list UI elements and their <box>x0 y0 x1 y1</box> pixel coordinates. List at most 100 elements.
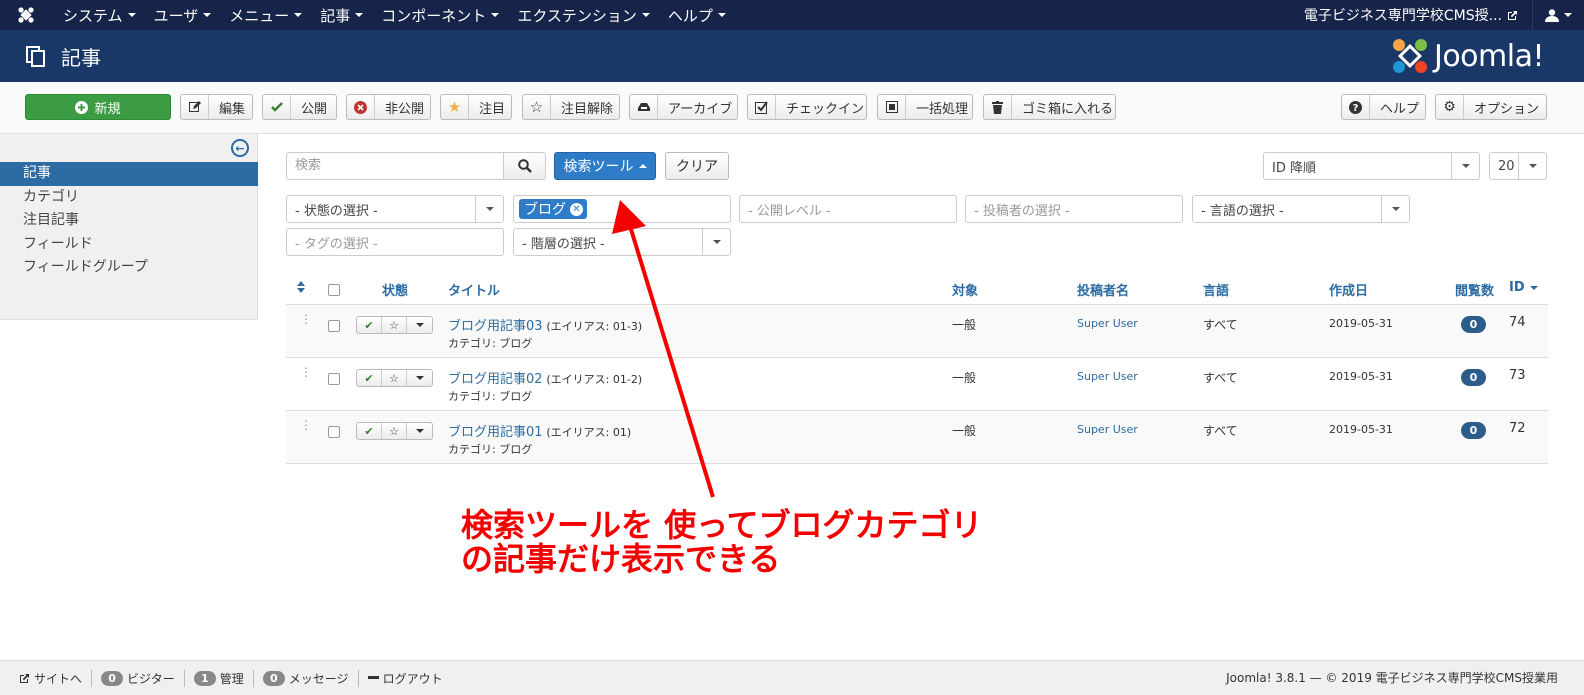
user-icon <box>1545 8 1559 22</box>
level-select[interactable]: - 階層の選択 - <box>513 228 731 256</box>
sidebar-item-field-groups[interactable]: フィールドグループ <box>0 256 258 280</box>
drag-handle-icon[interactable]: ⋮ <box>300 419 312 431</box>
logout-link[interactable]: ログアウト <box>359 670 452 687</box>
sidebar: ← 記事 カテゴリ 注目記事 フィールド フィールドグループ <box>0 134 258 320</box>
unfeature-button[interactable]: ☆ 注目解除 <box>522 94 620 120</box>
created-cell: 2019-05-31 <box>1329 317 1393 330</box>
ordering-select[interactable]: ID 降順 <box>1263 152 1480 180</box>
status-toggle-group: ✔ ☆ <box>356 422 433 440</box>
search-tools-button[interactable]: 検索ツール <box>554 152 656 180</box>
row-checkbox[interactable] <box>328 320 340 332</box>
published-check-icon[interactable]: ✔ <box>357 423 382 439</box>
sort-order-icon[interactable] <box>297 281 305 297</box>
row-actions-dropdown[interactable] <box>407 317 432 333</box>
joomla-logo: Joomla! <box>1390 36 1545 76</box>
row-checkbox[interactable] <box>328 373 340 385</box>
featured-star-icon[interactable]: ☆ <box>382 317 407 333</box>
published-check-icon[interactable]: ✔ <box>357 370 382 386</box>
archive-button[interactable]: アーカイブ <box>629 94 738 120</box>
created-cell: 2019-05-31 <box>1329 423 1393 436</box>
author-link[interactable]: Super User <box>1077 423 1138 436</box>
header-created[interactable]: 作成日 <box>1329 280 1368 299</box>
admins-link[interactable]: 1 管理 <box>185 669 254 687</box>
header-status[interactable]: 状態 <box>382 280 408 299</box>
feature-button[interactable]: ★ 注目 <box>440 94 512 120</box>
header-id[interactable]: ID <box>1509 280 1538 295</box>
table-row: ⋮ ✔ ☆ ブログ用記事03 (エイリアス: 01-3) カテゴリ: ブログ 一… <box>286 305 1548 358</box>
new-button[interactable]: 新規 <box>25 94 171 120</box>
status-toggle-group: ✔ ☆ <box>356 369 433 387</box>
sidebar-item-categories[interactable]: カテゴリ <box>0 186 258 210</box>
sidebar-item-featured[interactable]: 注目記事 <box>0 209 258 233</box>
menu-content[interactable]: 記事 <box>309 0 370 30</box>
archive-icon <box>630 95 658 119</box>
row-actions-dropdown[interactable] <box>407 423 432 439</box>
category-chip[interactable]: ブログ ✕ <box>519 199 587 219</box>
unpublish-button[interactable]: 非公開 <box>346 94 431 120</box>
messages-link[interactable]: 0 メッセージ <box>254 669 359 687</box>
checkin-button[interactable]: チェックイン <box>747 94 867 120</box>
menu-extensions[interactable]: エクステンション <box>506 0 657 30</box>
publish-button[interactable]: 公開 <box>262 94 337 120</box>
featured-star-icon[interactable]: ☆ <box>382 370 407 386</box>
select-all-checkbox[interactable] <box>328 284 340 296</box>
site-name-link[interactable]: 電子ビジネス専門学校CMS授... <box>1304 5 1532 25</box>
chevron-down-icon <box>1381 196 1409 222</box>
author-link[interactable]: Super User <box>1077 370 1138 383</box>
chevron-down-icon <box>702 229 730 255</box>
drag-handle-icon[interactable]: ⋮ <box>300 366 312 378</box>
menu-components[interactable]: コンポーネント <box>370 0 506 30</box>
menu-users[interactable]: ユーザ <box>143 0 219 30</box>
tag-select[interactable]: - タグの選択 - <box>286 228 504 256</box>
user-menu[interactable] <box>1532 0 1584 30</box>
help-button[interactable]: ? ヘルプ <box>1341 94 1426 120</box>
search-input[interactable]: 検索 <box>286 152 504 180</box>
trash-button[interactable]: ゴミ箱に入れる <box>983 94 1116 120</box>
menu-menus[interactable]: メニュー <box>218 0 309 30</box>
row-actions-dropdown[interactable] <box>407 370 432 386</box>
hits-badge: 0 <box>1461 422 1486 439</box>
header-access[interactable]: 対象 <box>952 280 978 299</box>
article-title-link[interactable]: ブログ用記事01 <box>448 425 543 440</box>
sidebar-item-articles[interactable]: 記事 <box>0 162 258 186</box>
batch-button[interactable]: 一括処理 <box>877 94 973 120</box>
menu-system[interactable]: システム <box>52 0 143 30</box>
edit-button[interactable]: 編集 <box>180 94 253 120</box>
hits-badge: 0 <box>1461 316 1486 333</box>
clear-button[interactable]: クリア <box>665 152 729 180</box>
visitors-link[interactable]: 0 ビジター <box>92 669 185 687</box>
limit-select[interactable]: 20 <box>1489 152 1547 180</box>
close-icon[interactable]: ✕ <box>570 202 583 216</box>
published-check-icon[interactable]: ✔ <box>357 317 382 333</box>
featured-star-icon[interactable]: ☆ <box>382 423 407 439</box>
search-icon <box>517 159 532 173</box>
article-title-link[interactable]: ブログ用記事02 <box>448 372 543 387</box>
chevron-down-icon <box>1518 153 1546 179</box>
header-hits[interactable]: 閲覧数 <box>1455 280 1494 299</box>
access-select[interactable]: - 公開レベル - <box>739 195 957 223</box>
language-select[interactable]: - 言語の選択 - <box>1192 195 1410 223</box>
author-link[interactable]: Super User <box>1077 317 1138 330</box>
external-link-icon <box>20 673 29 683</box>
view-site-link[interactable]: サイトへ <box>10 669 93 687</box>
menu-help[interactable]: ヘルプ <box>657 0 733 30</box>
search-button[interactable] <box>503 152 546 180</box>
main-menu: システム ユーザ メニュー 記事 コンポーネント エクステンション ヘルプ <box>52 0 733 30</box>
hits-badge: 0 <box>1461 369 1486 386</box>
sidebar-item-fields[interactable]: フィールド <box>0 233 258 257</box>
author-select[interactable]: - 投稿者の選択 - <box>965 195 1183 223</box>
row-checkbox[interactable] <box>328 426 340 438</box>
question-circle-icon: ? <box>1342 95 1370 119</box>
header-author[interactable]: 投稿者名 <box>1077 280 1129 299</box>
collapse-sidebar-icon[interactable]: ← <box>231 139 249 157</box>
drag-handle-icon[interactable]: ⋮ <box>300 313 312 325</box>
article-title-link[interactable]: ブログ用記事03 <box>448 319 543 334</box>
options-button[interactable]: ⚙ オプション <box>1435 94 1547 120</box>
category-select[interactable]: ブログ ✕ <box>513 195 731 223</box>
access-cell: 一般 <box>952 424 977 438</box>
status-select[interactable]: - 状態の選択 - <box>286 195 504 223</box>
article-category: カテゴリ: ブログ <box>448 390 533 403</box>
joomla-menu-icon[interactable] <box>0 6 52 24</box>
header-title[interactable]: タイトル <box>448 280 500 299</box>
header-language[interactable]: 言語 <box>1203 280 1229 299</box>
